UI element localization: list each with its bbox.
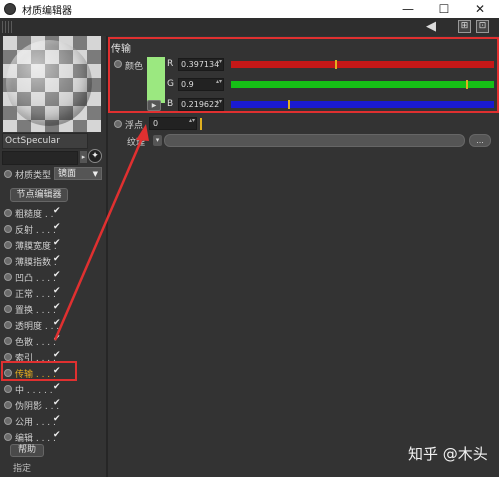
annotation-arrow-head (136, 124, 149, 141)
watermark: 知乎 @木头 (408, 445, 488, 463)
annotation-arrow (53, 124, 149, 341)
annotation-arrow-line (53, 135, 145, 341)
